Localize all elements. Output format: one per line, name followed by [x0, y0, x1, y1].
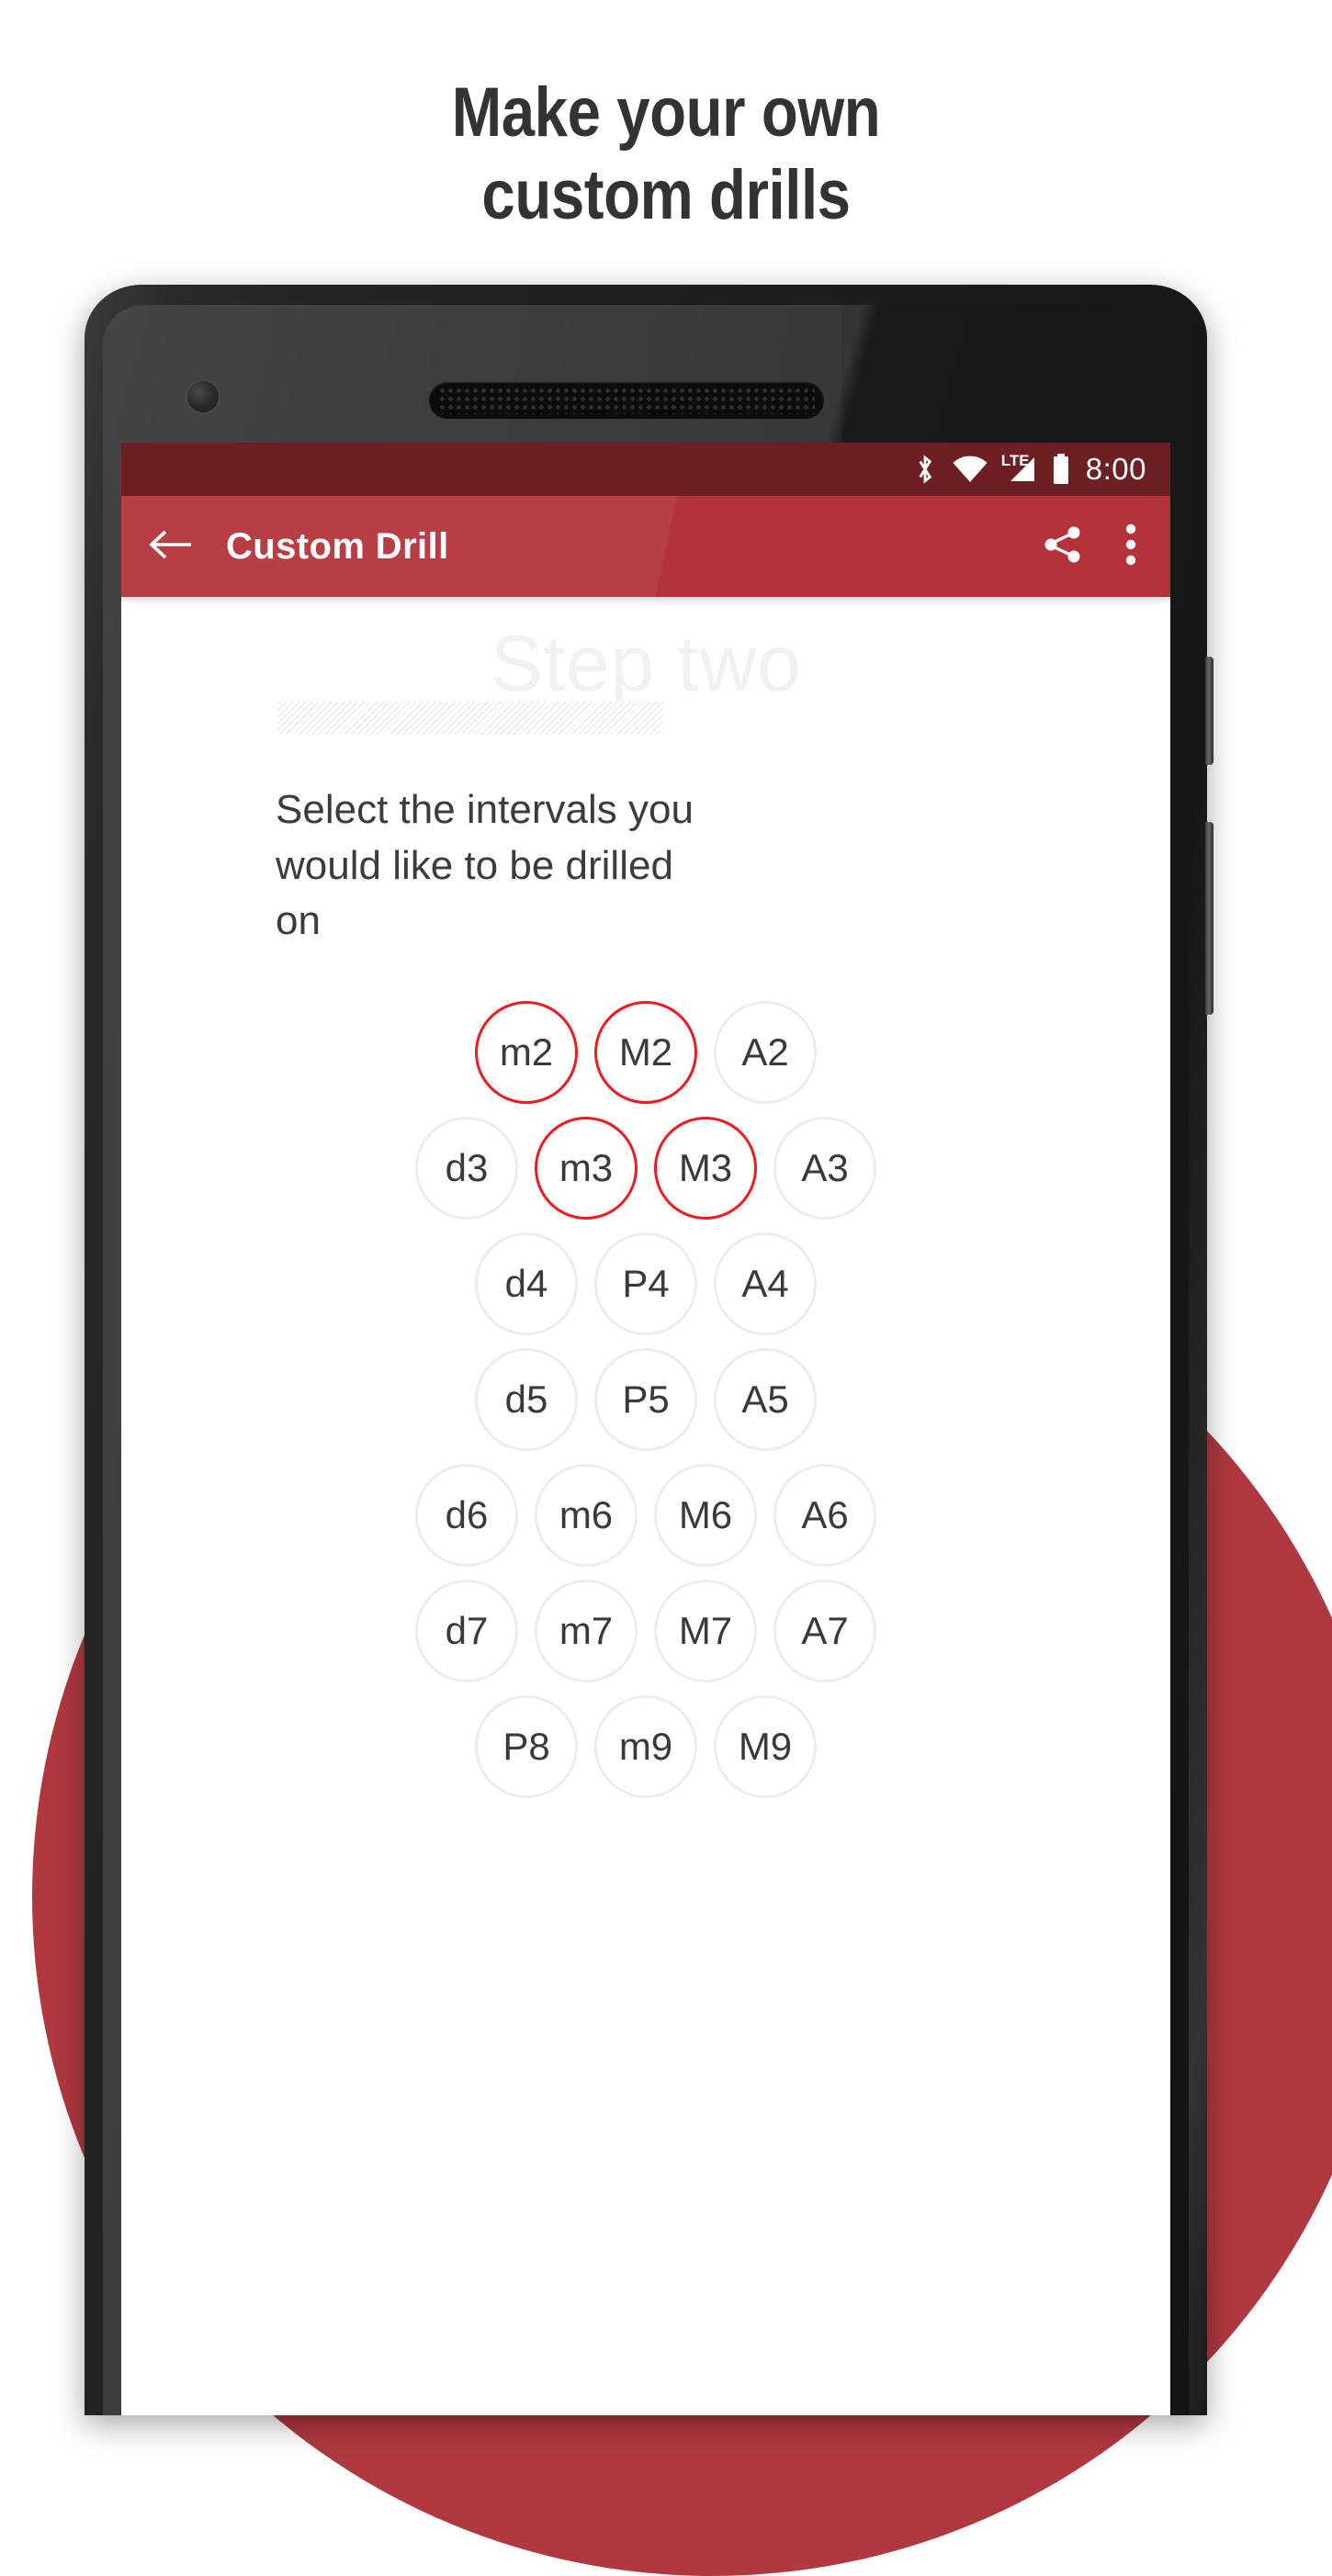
interval-chip-A2[interactable]: A2 [714, 1001, 817, 1105]
interval-chip-m9[interactable]: m9 [594, 1695, 697, 1799]
headline-line-2: custom drills [481, 155, 851, 234]
wifi-icon [953, 456, 988, 483]
back-arrow-icon[interactable] [149, 526, 193, 568]
interval-chip-P4[interactable]: P4 [594, 1232, 697, 1336]
app-bar-title: Custom Drill [226, 525, 449, 567]
interval-chip-P5[interactable]: P5 [594, 1348, 697, 1452]
interval-row: P8 m9 M9 [121, 1695, 1170, 1799]
instruction-text: Select the intervals you would like to b… [276, 787, 694, 944]
interval-chip-A7[interactable]: A7 [773, 1580, 876, 1683]
page-title: Make your own custom drills [94, 72, 1239, 236]
step-progress-band [277, 702, 663, 735]
interval-chip-M2[interactable]: M2 [594, 1001, 697, 1105]
interval-chip-M9[interactable]: M9 [714, 1695, 817, 1799]
step-indicator: Step two [121, 613, 1170, 768]
interval-chip-A4[interactable]: A4 [714, 1232, 817, 1336]
network-type-label: LTE [1000, 452, 1030, 469]
interval-row: d5 P5 A5 [121, 1348, 1170, 1452]
interval-chip-M3[interactable]: M3 [654, 1117, 757, 1221]
power-button[interactable] [1205, 657, 1213, 765]
interval-row: d4 P4 A4 [121, 1232, 1170, 1336]
volume-button[interactable] [1205, 822, 1213, 1015]
interval-row: d6 m6 M6 A6 [121, 1464, 1170, 1568]
interval-chip-d4[interactable]: d4 [475, 1232, 578, 1336]
interval-row: d7 m7 M7 A7 [121, 1580, 1170, 1683]
interval-chip-A3[interactable]: A3 [773, 1117, 876, 1221]
earpiece-speaker-icon [429, 382, 824, 419]
interval-chip-m6[interactable]: m6 [535, 1464, 638, 1568]
bluetooth-icon [913, 454, 937, 485]
status-bar: LTE 8:00 [121, 443, 1170, 496]
interval-row: d3 m3 M3 A3 [121, 1117, 1170, 1221]
interval-chip-A5[interactable]: A5 [714, 1348, 817, 1452]
app-bar: Custom Drill [121, 496, 1170, 597]
share-icon[interactable] [1042, 523, 1084, 570]
battery-icon [1052, 454, 1070, 485]
app-screen: LTE 8:00 Custom Drill Step two Select th… [121, 443, 1170, 2415]
overflow-menu-icon[interactable] [1124, 523, 1137, 571]
interval-chip-d7[interactable]: d7 [415, 1580, 518, 1683]
interval-chip-m7[interactable]: m7 [535, 1580, 638, 1683]
interval-grid: m2 M2 A2 d3 m3 M3 A3 d4 P4 A4 d5 P5 A5 d6 m6 M6 A6 d7 m7 M7… [121, 1001, 1170, 1820]
status-bar-clock: 8:00 [1085, 452, 1146, 486]
interval-chip-m3[interactable]: m3 [535, 1117, 638, 1221]
interval-chip-A6[interactable]: A6 [773, 1464, 876, 1568]
phone-mockup: LTE 8:00 Custom Drill Step two Select th… [85, 285, 1213, 2415]
interval-chip-P8[interactable]: P8 [475, 1695, 578, 1799]
interval-chip-d3[interactable]: d3 [415, 1117, 518, 1221]
cellular-signal-icon: LTE [1001, 452, 1036, 483]
interval-chip-d6[interactable]: d6 [415, 1464, 518, 1568]
phone-glass: LTE 8:00 Custom Drill Step two Select th… [103, 305, 1189, 2415]
headline-line-1: Make your own [451, 73, 881, 152]
interval-chip-M7[interactable]: M7 [654, 1580, 757, 1683]
interval-row: m2 M2 A2 [121, 1001, 1170, 1105]
interval-chip-d5[interactable]: d5 [475, 1348, 578, 1452]
step-watermark-label: Step two [490, 620, 802, 708]
interval-chip-m2[interactable]: m2 [475, 1001, 578, 1105]
front-camera-icon [187, 381, 219, 412]
interval-chip-M6[interactable]: M6 [654, 1464, 757, 1568]
